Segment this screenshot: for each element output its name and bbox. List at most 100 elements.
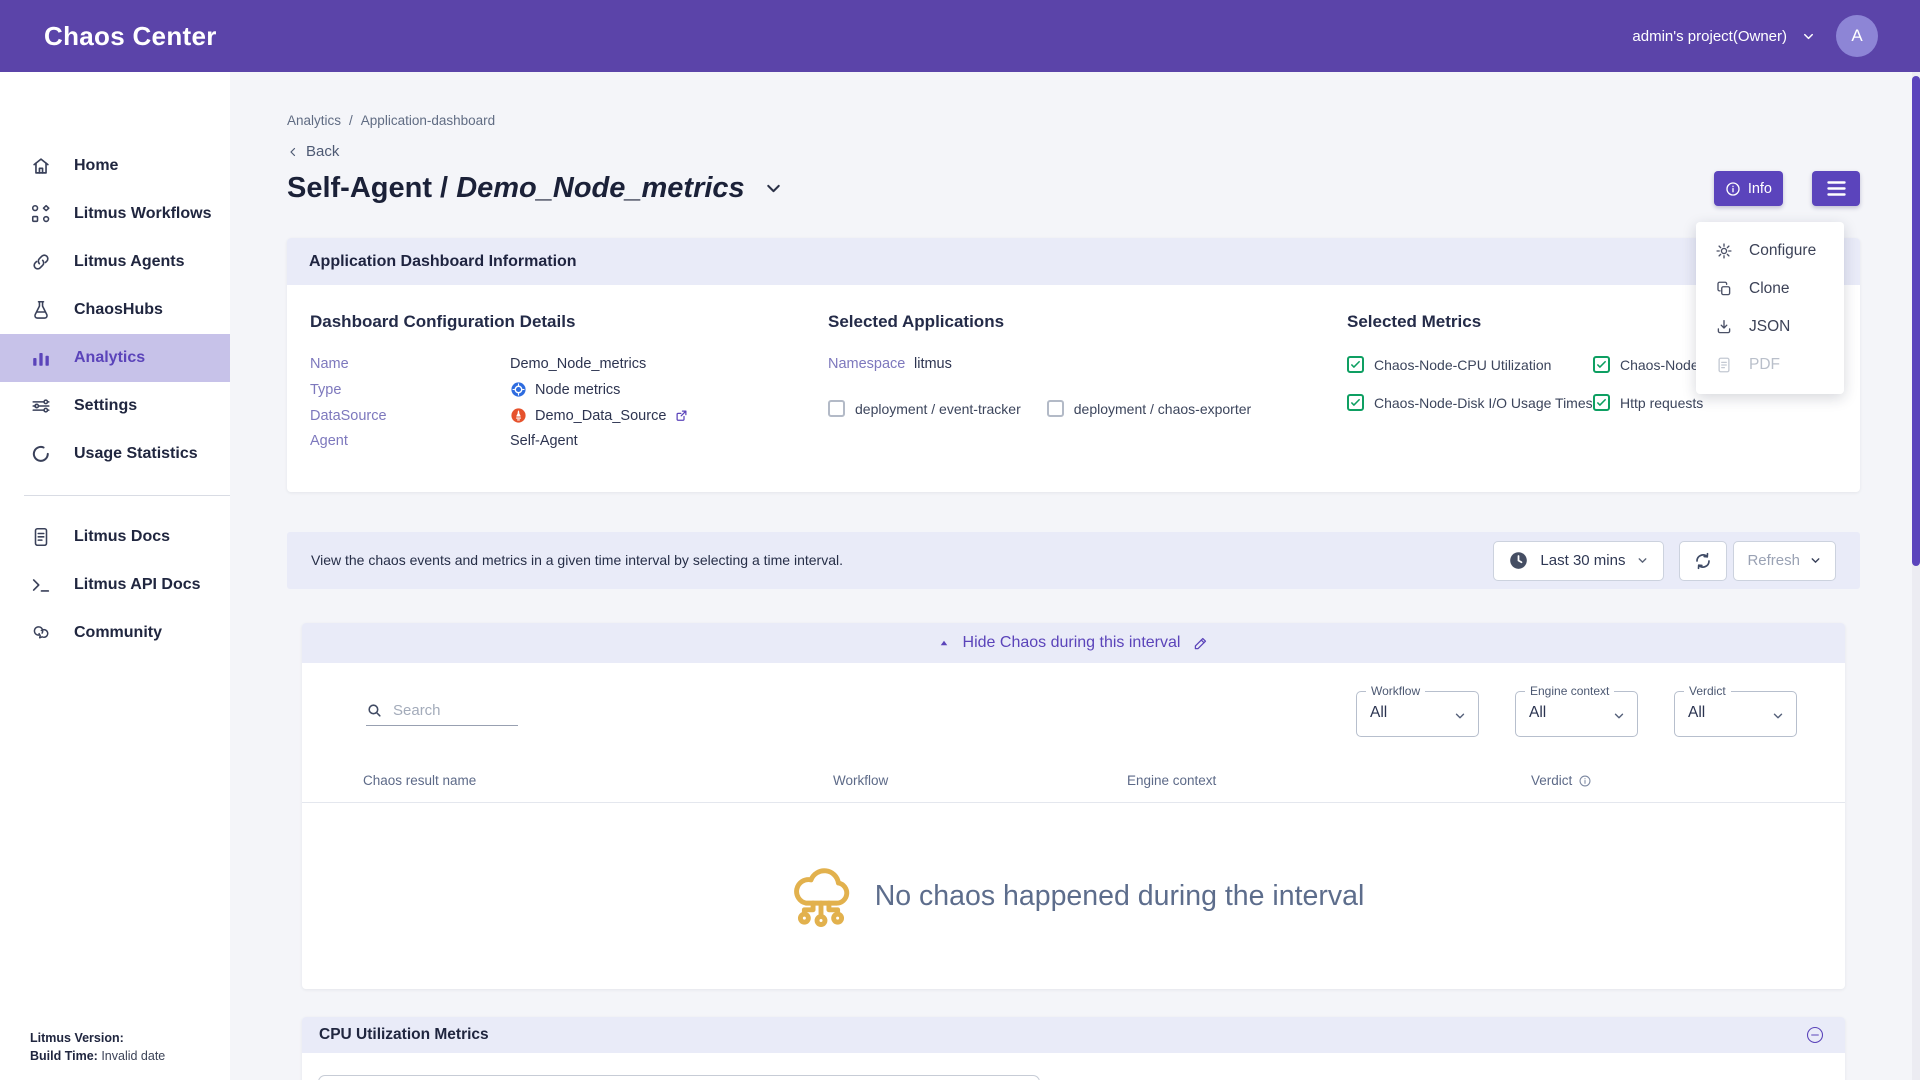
scrollbar-track <box>1912 72 1920 1080</box>
sidebar-item-label: Analytics <box>74 349 145 367</box>
info-button[interactable]: Info <box>1714 171 1783 206</box>
refresh-interval-select[interactable]: Refresh <box>1733 541 1836 581</box>
clone-icon <box>1715 280 1733 298</box>
time-range-select[interactable]: Last 30 mins <box>1493 541 1664 581</box>
sidebar-item-label: Settings <box>74 397 137 415</box>
checkbox-checked[interactable] <box>1593 356 1610 373</box>
sidebar-item-home[interactable]: Home <box>0 142 230 190</box>
home-icon <box>30 155 52 177</box>
info-button-label: Info <box>1748 181 1772 197</box>
filter-value: All <box>1688 704 1705 722</box>
cpu-panel-title: CPU Utilization Metrics <box>319 1026 489 1044</box>
sidebar-item-label: Litmus Agents <box>74 253 185 271</box>
menu-item-json[interactable]: JSON <box>1696 308 1844 346</box>
workflow-filter-select[interactable]: Workflow All <box>1356 691 1479 737</box>
bar-chart-icon <box>30 347 52 369</box>
sidebar-item-litmus-workflows[interactable]: Litmus Workflows <box>0 190 230 238</box>
config-row-type: Type Node metrics <box>310 381 828 398</box>
checkbox-unchecked[interactable] <box>1047 400 1064 417</box>
dashboard-info-card: Application Dashboard Information Dashbo… <box>287 238 1860 492</box>
dashboard-context-menu: Configure Clone JSON PDF <box>1696 222 1844 394</box>
breadcrumb-analytics[interactable]: Analytics <box>287 113 341 128</box>
dashboard-menu-button[interactable] <box>1812 171 1860 206</box>
config-row-datasource: DataSource Demo_Data_Source <box>310 407 828 424</box>
document-icon <box>30 526 52 548</box>
back-button[interactable]: Back <box>287 143 357 160</box>
application-checkbox-chaos-exporter[interactable]: deployment / chaos-exporter <box>1047 400 1251 417</box>
chevron-down-icon <box>1809 554 1822 567</box>
scrollbar-thumb[interactable] <box>1912 76 1920 566</box>
sidebar-item-usage-statistics[interactable]: Usage Statistics <box>0 430 230 478</box>
namespace-label: Namespace <box>828 356 914 372</box>
info-icon <box>1725 181 1741 197</box>
checkbox-checked[interactable] <box>1347 394 1364 411</box>
menu-item-configure[interactable]: Configure <box>1696 232 1844 270</box>
breadcrumb-current: Application-dashboard <box>361 113 495 128</box>
chevron-down-icon <box>1771 709 1785 723</box>
sliders-icon <box>30 395 52 417</box>
download-icon <box>1715 318 1733 336</box>
metric-checkbox-http-requests[interactable]: Http requests <box>1593 394 1836 411</box>
checkbox-checked[interactable] <box>1347 356 1364 373</box>
breadcrumb-separator: / <box>349 113 353 128</box>
hamburger-icon <box>1827 181 1846 196</box>
interval-description: View the chaos events and metrics in a g… <box>311 551 871 571</box>
sidebar-item-label: Community <box>74 624 162 642</box>
sidebar-item-label: Litmus Workflows <box>74 205 212 223</box>
ring-icon <box>30 443 52 465</box>
metric-checkbox-cpu-utilization[interactable]: Chaos-Node-CPU Utilization <box>1347 356 1593 373</box>
application-checkbox-event-tracker[interactable]: deployment / event-tracker <box>828 400 1021 417</box>
filter-label: Workflow <box>1366 684 1425 698</box>
sidebar-item-analytics[interactable]: Analytics <box>0 334 230 382</box>
collapse-panel-button[interactable] <box>1805 1025 1825 1045</box>
edit-pencil-icon[interactable] <box>1193 635 1209 651</box>
link-icon <box>30 251 52 273</box>
chaos-panel: Hide Chaos during this interval Workflow… <box>302 623 1845 989</box>
title-dropdown-icon[interactable] <box>763 178 784 199</box>
sidebar-item-community[interactable]: Community <box>0 609 230 657</box>
empty-state: No chaos happened during the interval <box>302 803 1845 989</box>
refresh-now-button[interactable] <box>1679 541 1727 581</box>
metric-checkbox-disk-io-times[interactable]: Chaos-Node-Disk I/O Usage Times <box>1347 394 1593 411</box>
sidebar-item-litmus-agents[interactable]: Litmus Agents <box>0 238 230 286</box>
file-icon <box>1715 356 1733 374</box>
chevron-down-icon <box>1636 554 1649 567</box>
hide-chaos-toggle[interactable]: Hide Chaos during this interval <box>302 623 1845 663</box>
engine-context-filter-select[interactable]: Engine context All <box>1515 691 1638 737</box>
sidebar-item-label: Usage Statistics <box>74 445 198 463</box>
menu-item-pdf: PDF <box>1696 346 1844 384</box>
workflows-icon <box>30 203 52 225</box>
sidebar-item-settings[interactable]: Settings <box>0 382 230 430</box>
sidebar-item-litmus-docs[interactable]: Litmus Docs <box>0 513 230 561</box>
config-row-agent: Agent Self-Agent <box>310 433 828 449</box>
external-link-icon[interactable] <box>674 408 689 423</box>
project-selector[interactable]: admin's project(Owner) <box>1632 28 1816 45</box>
chevron-down-icon <box>1612 709 1626 723</box>
project-label: admin's project(Owner) <box>1632 28 1787 45</box>
terminal-icon <box>30 574 52 596</box>
menu-item-label: JSON <box>1749 318 1790 336</box>
configuration-details-column: Dashboard Configuration Details Name Dem… <box>310 312 828 458</box>
filter-value: All <box>1529 704 1546 722</box>
avatar[interactable]: A <box>1836 15 1878 57</box>
build-time-value: Invalid date <box>101 1049 165 1063</box>
sidebar-item-litmus-api-docs[interactable]: Litmus API Docs <box>0 561 230 609</box>
chevron-left-icon <box>287 146 299 158</box>
sidebar-item-label: Home <box>74 157 118 175</box>
info-icon[interactable] <box>1578 774 1592 788</box>
sidebar-item-label: Litmus API Docs <box>74 576 201 594</box>
menu-item-clone[interactable]: Clone <box>1696 270 1844 308</box>
verdict-filter-select[interactable]: Verdict All <box>1674 691 1797 737</box>
filter-value: All <box>1370 704 1387 722</box>
search-input[interactable] <box>393 702 509 719</box>
interval-bar: View the chaos events and metrics in a g… <box>287 532 1860 589</box>
search-box <box>366 702 518 726</box>
chart-placeholder <box>318 1075 1040 1080</box>
checkbox-unchecked[interactable] <box>828 400 845 417</box>
chaos-table-header: Chaos result name Workflow Engine contex… <box>302 773 1845 803</box>
checkbox-checked[interactable] <box>1593 394 1610 411</box>
version-label: Litmus Version: <box>30 1031 124 1045</box>
sidebar-item-chaoshubs[interactable]: ChaosHubs <box>0 286 230 334</box>
version-info: Litmus Version: Build Time: Invalid date <box>30 1029 165 1067</box>
back-label: Back <box>306 143 339 160</box>
